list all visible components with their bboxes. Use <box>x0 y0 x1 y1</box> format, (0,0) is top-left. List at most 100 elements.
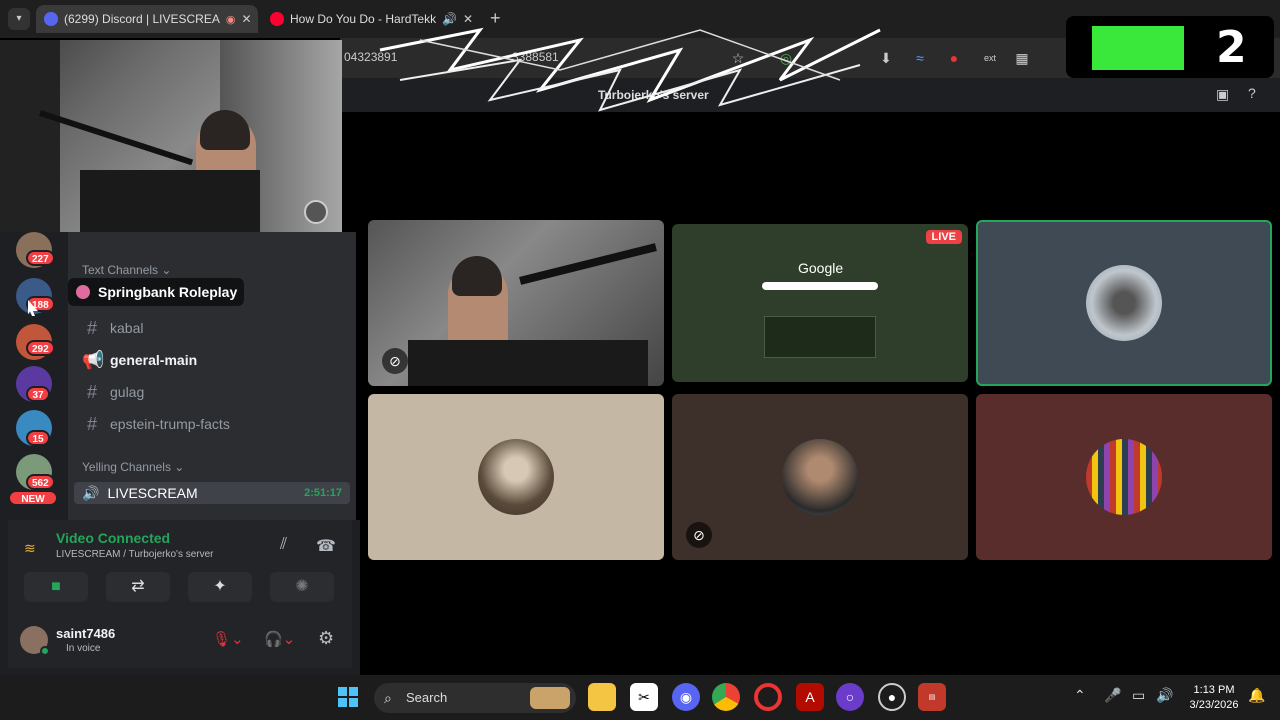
server-badge: 562 <box>26 474 55 490</box>
windows-taskbar: ⌕ Search ✂ ◉ A ○ ● ▤ ⌃ 🎤 ▭ 🔊 1:13 PM 3/2… <box>0 675 1280 720</box>
server-tooltip: Springbank Roleplay <box>68 278 244 306</box>
obs-icon[interactable]: ● <box>878 683 906 711</box>
channel-general-main[interactable]: 📢 general-main <box>82 346 197 374</box>
speaker-icon: 🔊 <box>82 484 100 501</box>
video-tile-avatar[interactable]: ⊘ <box>672 394 968 560</box>
disconnect-icon[interactable]: ☎ <box>316 536 336 556</box>
server-badge: 292 <box>26 340 55 356</box>
app-icon[interactable]: ○ <box>836 683 864 711</box>
tab-list-button[interactable]: ▾ <box>8 8 30 30</box>
discord-favicon-icon <box>44 12 58 26</box>
taskbar-clock[interactable]: 1:13 PM 3/23/2026 <box>1186 683 1242 713</box>
search-highlight-icon <box>530 687 570 709</box>
activities-button[interactable]: ✦ <box>188 572 252 602</box>
close-tab-icon[interactable]: ✕ <box>241 12 251 26</box>
file-explorer-icon[interactable] <box>588 683 616 711</box>
channel-label: gulag <box>110 384 145 400</box>
windows-start-icon[interactable] <box>334 683 362 711</box>
voice-channel-livescream[interactable]: 🔊 LIVESCREAM 2:51:17 <box>74 482 350 504</box>
online-status-icon <box>40 646 50 656</box>
channel-label: epstein-trump-facts <box>110 416 230 432</box>
video-tile-speaking[interactable] <box>976 220 1272 386</box>
rtc-location[interactable]: LIVESCREAM / Turbojerko's server <box>56 549 214 560</box>
ext-extension-icon[interactable]: ext <box>980 48 1000 68</box>
channel-label: general-main <box>110 352 198 368</box>
avatar <box>1086 439 1162 515</box>
text-channels-category[interactable]: Text Channels ⌄ <box>82 263 171 277</box>
microphone-icon[interactable]: 🎤 <box>1104 687 1121 704</box>
live-badge: LIVE <box>925 230 962 244</box>
soundboard-button[interactable]: ✺ <box>270 572 334 602</box>
taskbar-search[interactable]: ⌕ Search <box>374 683 576 713</box>
discord-app-icon[interactable]: ◉ <box>672 683 700 711</box>
webcam-overlay <box>0 40 342 232</box>
user-panel: saint7486 In voice 🎙⌄ 🎧⌄ ⚙ <box>8 612 352 668</box>
server-badge: 15 <box>26 430 50 446</box>
signal-icon: ≋ <box>24 540 36 556</box>
hash-icon: # <box>86 413 97 434</box>
scribble-logo-overlay <box>379 27 881 112</box>
server-tooltip-icon <box>76 285 90 299</box>
pokeball-extension-icon[interactable]: ● <box>944 48 964 68</box>
voicemeeter-icon[interactable]: ▤ <box>918 683 946 711</box>
k2-logo-text: 2 <box>1216 22 1247 73</box>
chrome-icon[interactable] <box>712 683 740 711</box>
category-label: Yelling Channels <box>82 460 171 474</box>
camera-overlay-icon <box>304 200 328 224</box>
tab-discord[interactable]: (6299) Discord | LIVESCREA ◉ ✕ <box>36 5 258 33</box>
noise-suppression-icon[interactable]: ⫽ <box>280 536 287 554</box>
server-tooltip-label: Springbank Roleplay <box>98 284 238 300</box>
voice-channel-timer: 2:51:17 <box>304 487 342 499</box>
settings-gear-icon[interactable]: ⚙ <box>318 628 334 649</box>
tab-discord-label: (6299) Discord | LIVESCREA <box>64 12 220 26</box>
clock-date: 3/23/2026 <box>1189 699 1239 711</box>
yelling-channels-category[interactable]: Yelling Channels ⌄ <box>82 460 184 474</box>
inbox-icon[interactable]: ▣ <box>1216 86 1229 103</box>
network-icon[interactable]: ▭ <box>1132 687 1145 704</box>
avatar <box>782 439 858 515</box>
channel-list: Text Channels ⌄ Springbank Roleplay # kab… <box>68 232 356 520</box>
channel-kabal[interactable]: # kabal <box>82 314 143 342</box>
recording-icon: ◉ <box>225 13 236 26</box>
voice-connection-panel: ≋ Video Connected LIVESCREAM / Turbojerk… <box>8 520 352 612</box>
chevron-up-icon[interactable]: ⌃ <box>1074 687 1086 704</box>
avatar <box>1086 265 1162 341</box>
youtube-favicon-icon <box>270 12 284 26</box>
screen-share-button[interactable]: ⇄ <box>106 572 170 602</box>
deafen-icon[interactable]: 🎧⌄ <box>264 630 295 648</box>
capcut-icon[interactable]: ✂ <box>630 683 658 711</box>
new-badge: NEW <box>8 490 58 506</box>
camera-button[interactable]: ■ <box>24 572 88 602</box>
stream-result-box <box>764 316 876 358</box>
opera-icon[interactable] <box>754 683 782 711</box>
server-badge: 227 <box>26 250 55 266</box>
hash-icon: # <box>86 381 97 402</box>
video-tile-camera[interactable]: ⊘ <box>368 220 664 386</box>
avatar <box>478 439 554 515</box>
qr-code-icon[interactable]: ▦ <box>1012 48 1032 68</box>
video-tile-avatar[interactable] <box>976 394 1272 560</box>
mute-icon[interactable]: 🎙⌄ <box>212 630 244 648</box>
rtc-status[interactable]: Video Connected <box>56 530 170 546</box>
k2-logo-overlay: 2 <box>1066 16 1274 78</box>
search-icon: ⌕ <box>384 690 392 706</box>
help-icon[interactable]: ? <box>1248 85 1256 101</box>
announcement-icon: 📢 <box>82 349 105 370</box>
search-label: Search <box>406 690 448 705</box>
camera-off-icon: ⊘ <box>686 522 712 548</box>
notification-icon[interactable]: 🔔 <box>1248 687 1265 704</box>
username[interactable]: saint7486 <box>56 626 115 641</box>
acrobat-icon[interactable]: A <box>796 683 824 711</box>
video-tile-avatar[interactable] <box>368 394 664 560</box>
volume-icon[interactable]: 🔊 <box>1156 687 1173 704</box>
hash-icon: # <box>86 317 97 338</box>
clock-time: 1:13 PM <box>1193 684 1235 696</box>
audio-extension-icon[interactable]: ≈ <box>910 48 930 68</box>
stream-google-logo: Google <box>798 260 844 276</box>
server-badge: 37 <box>26 386 50 402</box>
category-label: Text Channels <box>82 263 159 277</box>
server-list: 227 188 292 37 15 562 NEW <box>0 232 68 520</box>
channel-epstein-trump-facts[interactable]: # epstein-trump-facts <box>82 410 230 438</box>
video-tile-stream[interactable]: Google LIVE <box>672 224 968 382</box>
channel-gulag[interactable]: # gulag <box>82 378 144 406</box>
